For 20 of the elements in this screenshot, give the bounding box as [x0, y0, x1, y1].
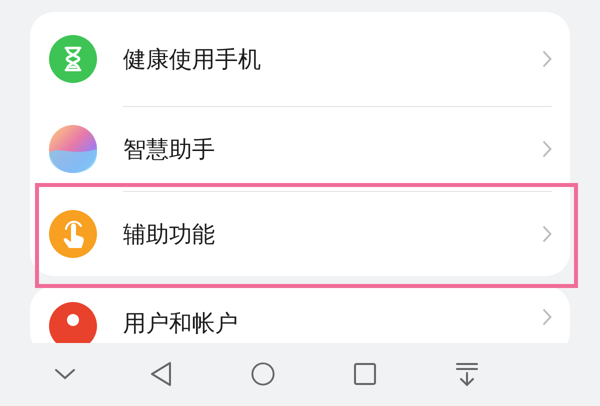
home-icon[interactable] — [251, 360, 275, 386]
back-icon[interactable] — [149, 360, 173, 386]
chevron-right-icon — [542, 140, 552, 158]
item-label: 用户和帐户 — [123, 310, 239, 339]
chevron-right-icon — [542, 308, 552, 326]
hand-icon — [49, 210, 97, 258]
item-label: 健康使用手机 — [123, 46, 262, 74]
hourglass-icon — [49, 35, 97, 83]
settings-item[interactable]: 辅助功能 — [30, 191, 570, 276]
chevron-down-icon[interactable] — [54, 366, 76, 380]
recents-icon[interactable] — [353, 360, 377, 386]
orb-icon — [49, 124, 97, 172]
settings-item[interactable]: 用户和帐户 — [30, 286, 570, 343]
settings-item[interactable]: 智慧助手 — [30, 106, 570, 191]
item-label: 智慧助手 — [123, 136, 216, 164]
chevron-right-icon — [542, 225, 552, 243]
pull-down-icon[interactable] — [455, 360, 479, 386]
chevron-right-icon — [542, 50, 552, 68]
settings-item[interactable]: 健康使用手机 — [30, 12, 570, 106]
item-label: 辅助功能 — [123, 220, 216, 250]
